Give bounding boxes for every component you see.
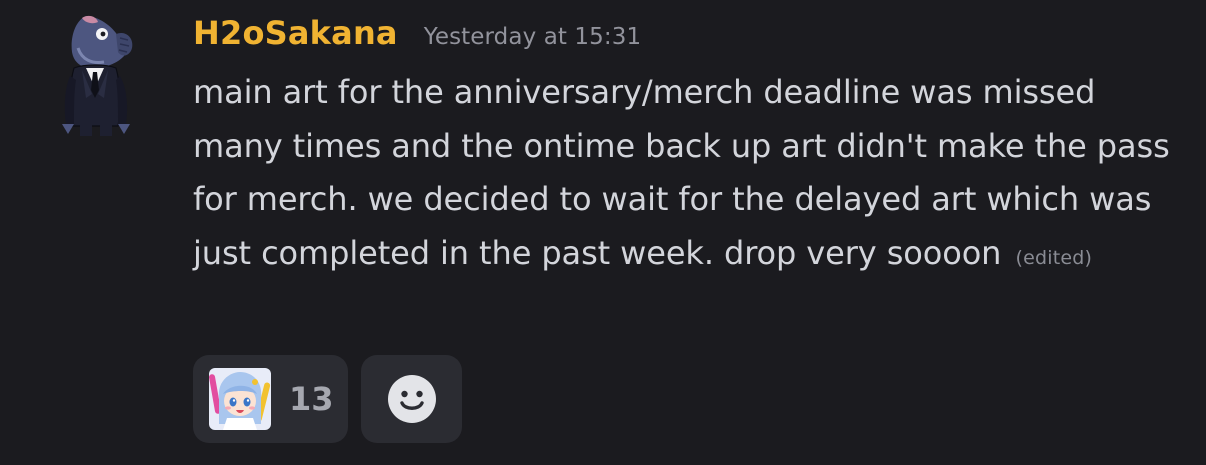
username[interactable]: H2oSakana xyxy=(193,14,398,52)
timestamp[interactable]: Yesterday at 15:31 xyxy=(424,24,641,50)
reaction-chibi-character[interactable]: 13 xyxy=(193,355,348,443)
message-header: H2oSakana Yesterday at 15:31 xyxy=(193,14,641,58)
edited-label: (edited) xyxy=(1015,246,1093,269)
user-avatar[interactable] xyxy=(56,12,138,138)
reaction-count: 13 xyxy=(289,380,334,418)
reaction-bar: 13 xyxy=(193,355,462,443)
message-content: main art for the anniversary/merch deadl… xyxy=(193,66,1183,285)
chibi-character-emoji-icon xyxy=(209,368,271,430)
message-text: main art for the anniversary/merch deadl… xyxy=(193,73,1170,272)
add-reaction-button[interactable] xyxy=(361,355,462,443)
smiley-face-icon xyxy=(387,375,436,423)
chat-message: H2oSakana Yesterday at 15:31 main art fo… xyxy=(0,0,1206,465)
